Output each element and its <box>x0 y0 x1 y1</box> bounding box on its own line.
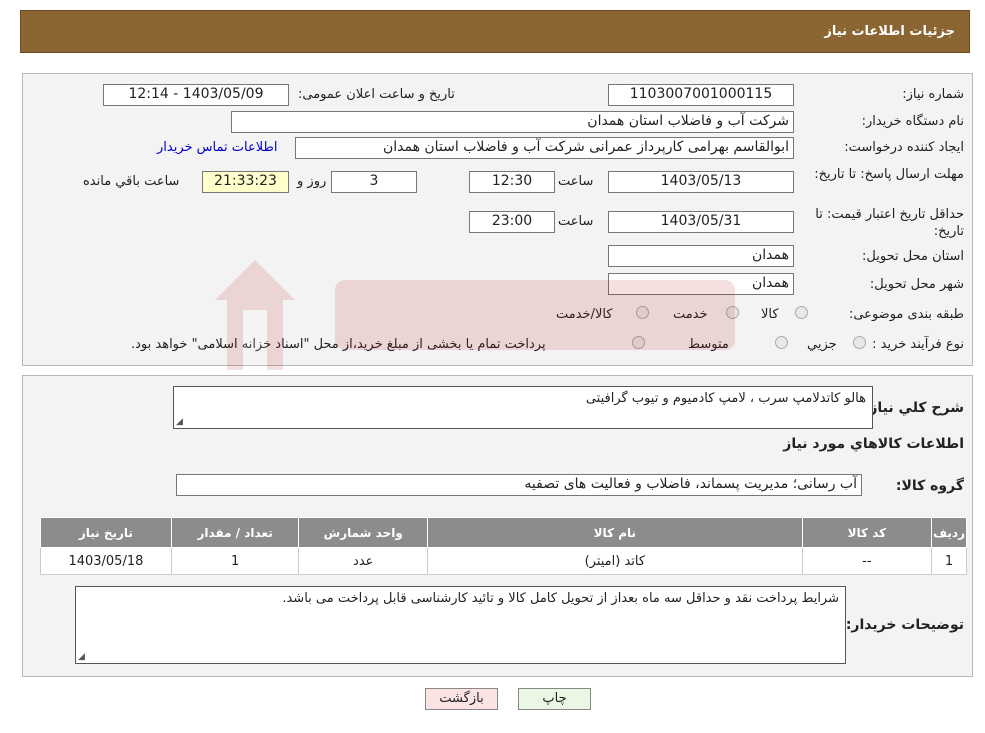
need-number-label: شماره نیاز: <box>902 87 964 102</box>
page-header: جزئیات اطلاعات نیاز <box>20 10 970 53</box>
col-date: تاریخ نیاز <box>40 517 172 548</box>
price-validity-date: 1403/05/31 <box>608 211 794 233</box>
process-option-medium: متوسط <box>688 337 729 352</box>
description-text: هالو کاتدلامپ سرب ، لامپ کادمیوم و تیوب … <box>585 391 866 406</box>
back-button[interactable]: بازگشت <box>425 688 498 710</box>
remaining-time-label: ساعت باقي مانده <box>83 174 180 189</box>
reply-time-label: ساعت <box>558 174 594 189</box>
reply-deadline-date: 1403/05/13 <box>608 171 794 193</box>
description-label: شرح کلي نياز: <box>863 400 964 416</box>
col-row: رديف <box>931 517 967 548</box>
buyer-notes-label: توضیحات خریدار: <box>845 617 964 633</box>
goods-table-header: رديف کد کالا نام کالا واحد شمارش تعداد /… <box>40 517 967 548</box>
cell-row: 1 <box>931 547 967 575</box>
delivery-city-field: همدان <box>608 273 794 295</box>
process-radio-medium[interactable] <box>775 336 788 349</box>
col-name: نام کالا <box>427 517 803 548</box>
process-option-minor: جزیي <box>807 337 837 352</box>
reply-deadline-time: 12:30 <box>469 171 555 193</box>
buyer-org-label: نام دستگاه خریدار: <box>861 114 964 129</box>
process-radio-treasury[interactable] <box>632 336 645 349</box>
category-radio-service[interactable] <box>726 306 739 319</box>
remaining-time-field: 21:33:23 <box>202 171 289 193</box>
requester-label: ایجاد کننده درخواست: <box>844 140 964 155</box>
goods-table: رديف کد کالا نام کالا واحد شمارش تعداد /… <box>40 517 967 575</box>
announce-datetime-label: تاریخ و ساعت اعلان عمومی: <box>298 87 455 102</box>
cell-code: -- <box>801 547 933 575</box>
buyer-contact-link[interactable]: اطلاعات تماس خریدار <box>157 140 277 155</box>
reply-days-field: 3 <box>331 171 417 193</box>
need-info-panel: شماره نیاز: 1103007001000115 تاریخ و ساع… <box>22 73 973 366</box>
price-validity-time: 23:00 <box>469 211 555 233</box>
description-textarea[interactable]: هالو کاتدلامپ سرب ، لامپ کادمیوم و تیوب … <box>173 386 873 429</box>
buyer-notes-textarea[interactable]: شرایط پرداخت نقد و حداقل سه ماه بعداز از… <box>75 586 846 664</box>
details-panel: شرح کلي نياز: هالو کاتدلامپ سرب ، لامپ ک… <box>22 375 973 677</box>
announce-datetime-field: 1403/05/09 - 12:14 <box>103 84 289 106</box>
category-option-service: خدمت <box>673 307 708 322</box>
category-label: طبقه بندی موضوعی: <box>848 307 964 322</box>
need-number-field: 1103007001000115 <box>608 84 794 106</box>
category-radio-goods[interactable] <box>795 306 808 319</box>
buyer-org-field: شرکت آب و فاضلاب استان همدان <box>231 111 794 133</box>
delivery-province-label: استان محل تحویل: <box>862 249 964 264</box>
delivery-city-label: شهر محل تحویل: <box>869 277 964 292</box>
reply-days-label: روز و <box>297 174 327 189</box>
goods-info-title: اطلاعات کالاهاي مورد نياز <box>783 436 964 452</box>
buyer-notes-text: شرایط پرداخت نقد و حداقل سه ماه بعداز از… <box>282 591 839 606</box>
cell-date: 1403/05/18 <box>40 547 172 575</box>
cell-name: کاتد (امیتر) <box>427 547 803 575</box>
category-option-both: کالا/خدمت <box>556 307 613 322</box>
cell-unit: عدد <box>298 547 429 575</box>
table-row: 1 -- کاتد (امیتر) عدد 1 1403/05/18 <box>40 547 967 575</box>
category-radio-both[interactable] <box>636 306 649 319</box>
price-validity-label: حداقل تاریخ اعتبار قیمت: تا تاریخ: <box>815 207 964 239</box>
category-option-goods: کالا <box>761 307 779 322</box>
reply-deadline-label: مهلت ارسال پاسخ: تا تاریخ: <box>814 167 964 182</box>
price-time-label: ساعت <box>558 214 594 229</box>
treasury-note: پرداخت تمام یا بخشی از مبلغ خرید،از محل … <box>131 337 546 352</box>
process-radio-minor[interactable] <box>853 336 866 349</box>
col-unit: واحد شمارش <box>298 517 429 548</box>
goods-group-label: گروه کالا: <box>895 478 964 494</box>
process-type-label: نوع فرآیند خرید : <box>872 337 964 352</box>
col-code: کد کالا <box>801 517 933 548</box>
requester-field: ابوالقاسم بهرامی کارپرداز عمرانی شرکت آب… <box>295 137 794 159</box>
goods-group-field: آب رسانی؛ مدیریت پسماند، فاضلاب و فعالیت… <box>176 474 862 496</box>
resize-grip-icon[interactable]: ◢ <box>78 652 85 662</box>
cell-qty: 1 <box>170 547 300 575</box>
resize-grip-icon[interactable]: ◢ <box>176 417 183 427</box>
page-title: جزئیات اطلاعات نیاز <box>824 24 955 39</box>
print-button[interactable]: چاپ <box>518 688 591 710</box>
delivery-province-field: همدان <box>608 245 794 267</box>
col-qty: تعداد / مقدار <box>170 517 300 548</box>
